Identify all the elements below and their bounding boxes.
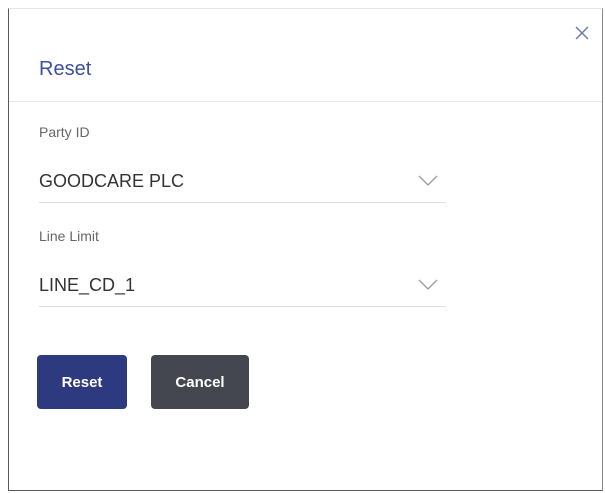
party-id-value: GOODCARE PLC [39,171,185,191]
reset-dialog: Reset Party ID GOODCARE PLC Line Limit L… [8,8,603,491]
party-id-select[interactable]: GOODCARE PLC [39,162,446,203]
chevron-down-icon [418,278,438,290]
line-limit-label: Line Limit [39,228,99,244]
reset-button[interactable]: Reset [37,355,127,409]
dialog-title: Reset [39,58,92,80]
line-limit-select[interactable]: LINE_CD_1 [39,266,446,307]
dialog-header: Reset [9,9,602,102]
line-limit-value: LINE_CD_1 [39,275,136,295]
cancel-button[interactable]: Cancel [151,355,249,409]
chevron-down-icon [418,174,438,186]
party-id-label: Party ID [39,124,90,140]
close-icon[interactable] [572,23,592,43]
